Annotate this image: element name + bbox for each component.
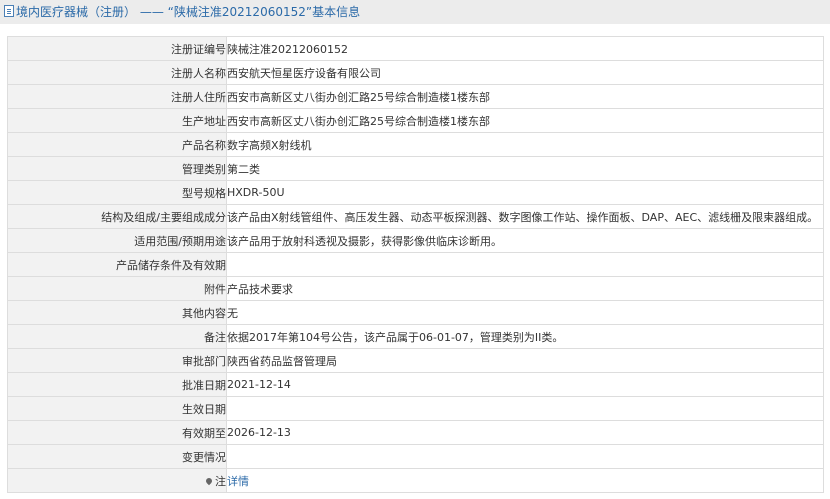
field-value: 产品技术要求	[226, 276, 824, 301]
field-label: 适用范围/预期用途	[7, 228, 227, 253]
field-value	[226, 252, 824, 277]
table-row: 型号规格 HXDR-50U	[7, 180, 824, 205]
field-value: 依据2017年第104号公告，该产品属于06-01-07，管理类别为II类。	[226, 324, 824, 349]
note-row: 注详情	[7, 468, 824, 493]
field-label: 备注	[7, 324, 227, 349]
field-value: 陕械注准20212060152	[226, 36, 824, 61]
table-row: 产品名称 数字高频X射线机	[7, 132, 824, 157]
note-value-cell: 详情	[226, 468, 824, 493]
table-row: 有效期至 2026-12-13	[7, 420, 824, 445]
table-row: 生产地址 西安市高新区丈八街办创汇路25号综合制造楼1楼东部	[7, 108, 824, 133]
note-label: 注	[215, 474, 226, 488]
field-label: 结构及组成/主要组成成分	[7, 204, 227, 229]
note-label-cell: 注	[7, 468, 227, 493]
pin-icon	[204, 476, 214, 485]
field-label: 有效期至	[7, 420, 227, 445]
table-row: 生效日期	[7, 396, 824, 421]
field-label: 产品储存条件及有效期	[7, 252, 227, 277]
field-label: 产品名称	[7, 132, 227, 157]
field-value: 第二类	[226, 156, 824, 181]
field-value: 数字高频X射线机	[226, 132, 824, 157]
field-value: 西安市高新区丈八街办创汇路25号综合制造楼1楼东部	[226, 108, 824, 133]
field-value	[226, 444, 824, 469]
header-separator: ——	[139, 5, 164, 19]
field-value: HXDR-50U	[226, 180, 824, 205]
table-row: 批准日期 2021-12-14	[7, 372, 824, 397]
field-label: 管理类别	[7, 156, 227, 181]
header-title: “陕械注准20212060152”基本信息	[167, 5, 361, 19]
field-label: 型号规格	[7, 180, 227, 205]
field-label: 注册人名称	[7, 60, 227, 85]
table-row: 注册人名称 西安航天恒星医疗设备有限公司	[7, 60, 824, 85]
table-row: 结构及组成/主要组成成分 该产品由X射线管组件、高压发生器、动态平板探测器、数字图…	[7, 204, 824, 229]
field-label: 注册人住所	[7, 84, 227, 109]
table-row: 注册人住所 西安市高新区丈八街办创汇路25号综合制造楼1楼东部	[7, 84, 824, 109]
table-row: 适用范围/预期用途 该产品用于放射科透视及摄影，获得影像供临床诊断用。	[7, 228, 824, 253]
field-label: 注册证编号	[7, 36, 227, 61]
field-label: 审批部门	[7, 348, 227, 373]
table-row: 审批部门 陕西省药品监督管理局	[7, 348, 824, 373]
table-row: 备注 依据2017年第104号公告，该产品属于06-01-07，管理类别为II类。	[7, 324, 824, 349]
info-table: 注册证编号 陕械注准20212060152 注册人名称 西安航天恒星医疗设备有限公司注…	[7, 36, 824, 493]
field-label: 生产地址	[7, 108, 227, 133]
field-value: 西安航天恒星医疗设备有限公司	[226, 60, 824, 85]
table-row: 注册证编号 陕械注准20212060152	[7, 36, 824, 61]
table-row: 附件 产品技术要求	[7, 276, 824, 301]
field-value: 陕西省药品监督管理局	[226, 348, 824, 373]
field-value: 2026-12-13	[226, 420, 824, 445]
field-value: 该产品由X射线管组件、高压发生器、动态平板探测器、数字图像工作站、操作面板、DA…	[226, 204, 824, 229]
field-value: 2021-12-14	[226, 372, 824, 397]
field-label: 其他内容	[7, 300, 227, 325]
field-value	[226, 396, 824, 421]
table-row: 产品储存条件及有效期	[7, 252, 824, 277]
table-row: 其他内容无	[7, 300, 824, 325]
field-value: 无	[226, 300, 824, 325]
field-label: 生效日期	[7, 396, 227, 421]
field-value: 西安市高新区丈八街办创汇路25号综合制造楼1楼东部	[226, 84, 824, 109]
info-panel: 注册证编号 陕械注准20212060152 注册人名称 西安航天恒星医疗设备有限公司注…	[0, 24, 830, 493]
field-value: 该产品用于放射科透视及摄影，获得影像供临床诊断用。	[226, 228, 824, 253]
header-prefix: 境内医疗器械（注册）	[16, 5, 137, 19]
detail-link[interactable]: 详情	[228, 475, 250, 488]
field-label: 批准日期	[7, 372, 227, 397]
field-label: 附件	[7, 276, 227, 301]
table-row: 管理类别 第二类	[7, 156, 824, 181]
field-label: 变更情况	[7, 444, 227, 469]
document-icon	[4, 5, 14, 17]
table-row: 变更情况	[7, 444, 824, 469]
page-header: 境内医疗器械（注册） —— “陕械注准20212060152”基本信息	[0, 0, 830, 24]
